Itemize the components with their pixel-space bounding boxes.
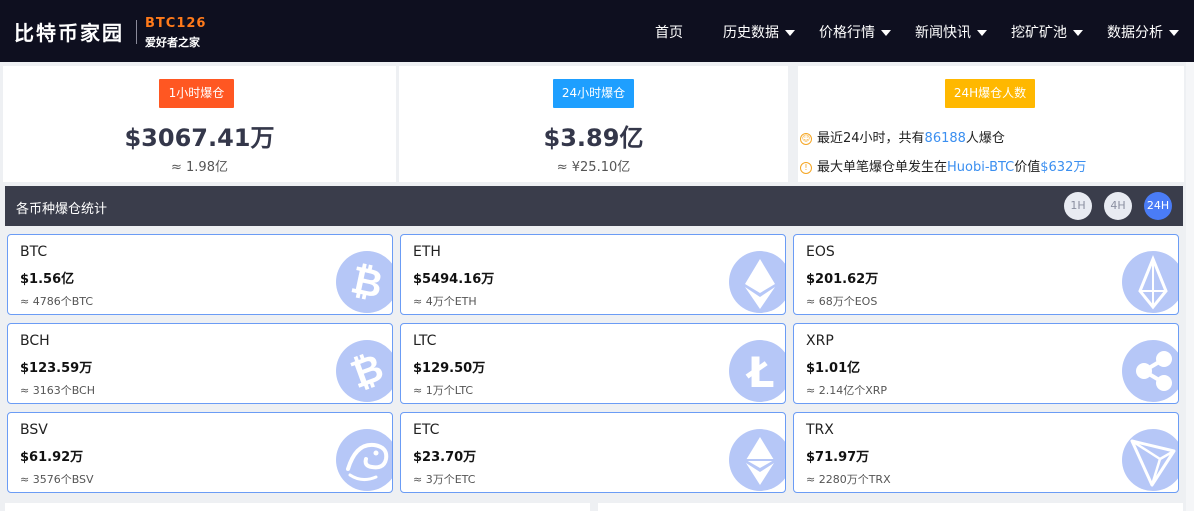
bitcoin-cash-icon: ₿ (336, 340, 392, 402)
coin-card-eth[interactable]: ETH $5494.16万 ≈ 4万个ETH (400, 234, 786, 315)
period-4h-button[interactable]: 4H (1104, 192, 1132, 220)
people-prefix: 最近24小时，共有 (817, 131, 925, 146)
chevron-down-icon (1073, 30, 1083, 36)
coin-qty: ≈ 3万个ETC (413, 473, 476, 486)
coin-value: $71.97万 (806, 450, 870, 465)
coin-stats-header: 各币种爆仓统计 1H 4H 24H (5, 186, 1183, 226)
svg-text:₿: ₿ (347, 257, 386, 306)
coin-name: BTC (20, 244, 48, 260)
coin-qty: ≈ 1万个LTC (413, 384, 474, 397)
coin-value: $123.59万 (20, 361, 93, 376)
coin-card-trx[interactable]: TRX $71.97万 ≈ 2280万个TRX (793, 412, 1179, 493)
coin-card-etc[interactable]: ETC $23.70万 ≈ 3万个ETC (400, 412, 786, 493)
ripple-icon (1122, 340, 1178, 402)
tron-icon (1122, 429, 1178, 491)
period-1h-button[interactable]: 1H (1064, 192, 1092, 220)
coin-qty: ≈ 4万个ETH (413, 295, 477, 308)
coin-name: ETC (413, 422, 440, 438)
coin-qty: ≈ 68万个EOS (806, 295, 878, 308)
nav-mining[interactable]: 挖矿矿池 (1011, 22, 1083, 42)
top-navbar: 比特币家园 BTC126 爱好者之家 首页 历史数据 价格行情 新闻快讯 挖矿矿… (0, 0, 1194, 62)
bitcoin-icon: ₿ (336, 251, 392, 313)
next-panel-left (5, 503, 590, 511)
nav-mining-label: 挖矿矿池 (1011, 25, 1067, 41)
nav-analysis-label: 数据分析 (1107, 25, 1163, 41)
coin-name: XRP (806, 333, 834, 349)
largest-value: $632万 (1040, 160, 1087, 175)
chevron-down-icon (785, 30, 795, 36)
litecoin-icon: Ł (729, 340, 785, 402)
panel-24h-liquidation: 24小时爆仓 $3.89亿 ≈ ¥25.10亿 (399, 66, 788, 182)
info-icon: ! (800, 161, 812, 174)
approx-1h: ≈ 1.98亿 (171, 160, 228, 175)
coin-value: $61.92万 (20, 450, 84, 465)
nav-home[interactable]: 首页 (655, 22, 683, 42)
people-suffix: 人爆仓 (965, 131, 1005, 146)
page-scrollbar[interactable] (1186, 62, 1194, 511)
nav-history[interactable]: 历史数据 (723, 22, 795, 42)
nav-market[interactable]: 价格行情 (819, 22, 891, 42)
coin-stats-title: 各币种爆仓统计 (16, 202, 108, 217)
coin-card-ltc[interactable]: LTC $129.50万 ≈ 1万个LTC Ł (400, 323, 786, 404)
coin-name: EOS (806, 244, 835, 260)
logo-slogan: 爱好者之家 (145, 36, 200, 49)
people-count-line: ☺ 最近24小时，共有86188人爆仓 (800, 127, 1005, 146)
coin-card-bsv[interactable]: BSV $61.92万 ≈ 3576个BSV (7, 412, 393, 493)
svg-text:₿: ₿ (345, 345, 389, 397)
coin-name: BCH (20, 333, 50, 349)
coin-value: $1.01亿 (806, 361, 861, 376)
coin-qty: ≈ 2.14亿个XRP (806, 384, 888, 397)
coin-name: TRX (806, 422, 834, 438)
amount-1h: $3067.41万 (124, 124, 275, 152)
logo-divider (136, 20, 137, 44)
chevron-down-icon (977, 30, 987, 36)
largest-exchange[interactable]: Huobi-BTC (947, 160, 1014, 175)
approx-24h: ≈ ¥25.10亿 (556, 160, 631, 175)
logo-brand: BTC126 (145, 16, 207, 31)
panel-1h-liquidation: 1小时爆仓 $3067.41万 ≈ 1.98亿 (3, 66, 396, 182)
smile-icon: ☺ (800, 132, 812, 145)
coin-name: BSV (20, 422, 48, 438)
eos-icon (1122, 251, 1178, 313)
tag-24h-people: 24H爆仓人数 (945, 79, 1035, 108)
dragon-icon (336, 429, 392, 491)
coin-qty: ≈ 3576个BSV (20, 473, 94, 486)
nav-news[interactable]: 新闻快讯 (915, 22, 987, 42)
coin-value: $23.70万 (413, 450, 477, 465)
site-logo[interactable]: 比特币家园 (14, 17, 124, 46)
coin-name: ETH (413, 244, 441, 260)
coin-card-bch[interactable]: BCH $123.59万 ≈ 3163个BCH ₿ (7, 323, 393, 404)
people-count: 86188 (924, 131, 966, 146)
coin-name: LTC (413, 333, 437, 349)
tag-1h: 1小时爆仓 (159, 79, 234, 108)
nav-history-label: 历史数据 (723, 25, 779, 41)
panel-24h-people: 24H爆仓人数 ☺ 最近24小时，共有86188人爆仓 ! 最大单笔爆仓单发生在Hu… (798, 66, 1184, 182)
amount-24h: $3.89亿 (543, 124, 644, 152)
coin-card-btc[interactable]: BTC $1.56亿 ≈ 4786个BTC ₿ (7, 234, 393, 315)
coin-value: $1.56亿 (20, 272, 75, 287)
coin-card-xrp[interactable]: XRP $1.01亿 ≈ 2.14亿个XRP (793, 323, 1179, 404)
nav-news-label: 新闻快讯 (915, 25, 971, 41)
next-panel-right (598, 503, 1183, 511)
coin-value: $201.62万 (806, 272, 879, 287)
coin-qty: ≈ 2280万个TRX (806, 473, 891, 486)
svg-text:Ł: Ł (746, 348, 775, 397)
coin-value: $5494.16万 (413, 272, 495, 287)
chevron-down-icon (881, 30, 891, 36)
largest-order-line: ! 最大单笔爆仓单发生在Huobi-BTC价值$632万 (800, 156, 1086, 175)
coin-qty: ≈ 4786个BTC (20, 295, 94, 308)
nav-analysis[interactable]: 数据分析 (1107, 22, 1179, 42)
nav-market-label: 价格行情 (819, 25, 875, 41)
coin-value: $129.50万 (413, 361, 486, 376)
period-24h-button[interactable]: 24H (1144, 192, 1172, 220)
nav-home-label: 首页 (655, 25, 683, 41)
largest-prefix: 最大单笔爆仓单发生在 (817, 160, 948, 175)
largest-mid: 价值 (1014, 160, 1041, 175)
ethereum-classic-icon (729, 429, 785, 491)
tag-24h: 24小时爆仓 (553, 79, 634, 108)
chevron-down-icon (1169, 30, 1179, 36)
ethereum-icon (729, 251, 785, 313)
coin-qty: ≈ 3163个BCH (20, 384, 96, 397)
coin-card-eos[interactable]: EOS $201.62万 ≈ 68万个EOS (793, 234, 1179, 315)
